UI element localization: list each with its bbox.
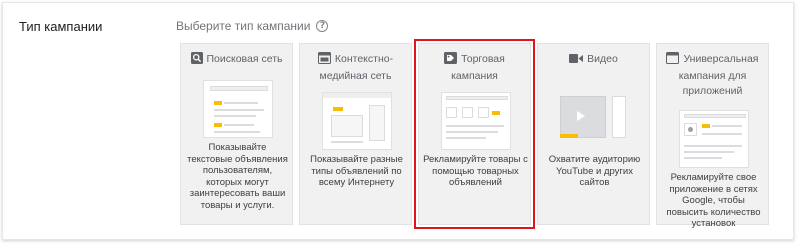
campaign-type-cards: Поисковая сеть Показывайте текстовые объ… [180,39,769,229]
card-title-text: Поисковая сеть [206,53,283,65]
card-description: Показывайте разные типы объявлений по вс… [310,154,403,188]
card-description: Охватите аудиторию YouTube и других сайт… [548,154,641,188]
search-icon [190,52,203,69]
card-display-network[interactable]: Контекстно-медийная сеть Показывайте раз… [299,43,412,225]
campaign-type-panel: Тип кампании Выберите тип кампании ? Пои… [2,2,794,240]
display-illustration [322,92,392,150]
tag-icon [444,52,458,69]
card-title-text: Торговая кампания [451,53,505,82]
card-shopping-campaign[interactable]: Торговая кампания Рекламируйте товары с … [414,39,535,229]
shopping-illustration [441,92,511,150]
video-icon [569,53,584,69]
app-icon [666,52,680,69]
card-title: Универсальная кампания для приложений [657,52,768,98]
section-label: Тип кампании [19,19,103,34]
card-title-text: Универсальная кампания для приложений [678,53,759,97]
app-illustration [679,110,749,168]
search-illustration [203,80,273,138]
video-illustration [560,92,630,150]
card-description: Рекламируйте товары с помощью товарных о… [423,154,528,188]
card-app-campaign[interactable]: Универсальная кампания для приложений Ре… [656,43,769,229]
help-icon[interactable]: ? [316,20,329,32]
display-icon [317,52,331,69]
section-prompt-text: Выберите тип кампании [176,19,311,33]
card-video[interactable]: Видео Охватите аудиторию YouTube и други… [537,43,650,225]
card-title-text: Видео [587,53,618,65]
card-search-network[interactable]: Поисковая сеть Показывайте текстовые объ… [180,43,293,225]
card-description: Рекламируйте свое приложение в сетях Goo… [666,172,761,229]
card-description: Показывайте текстовые объявления пользов… [187,142,288,211]
section-prompt: Выберите тип кампании ? [176,19,329,33]
